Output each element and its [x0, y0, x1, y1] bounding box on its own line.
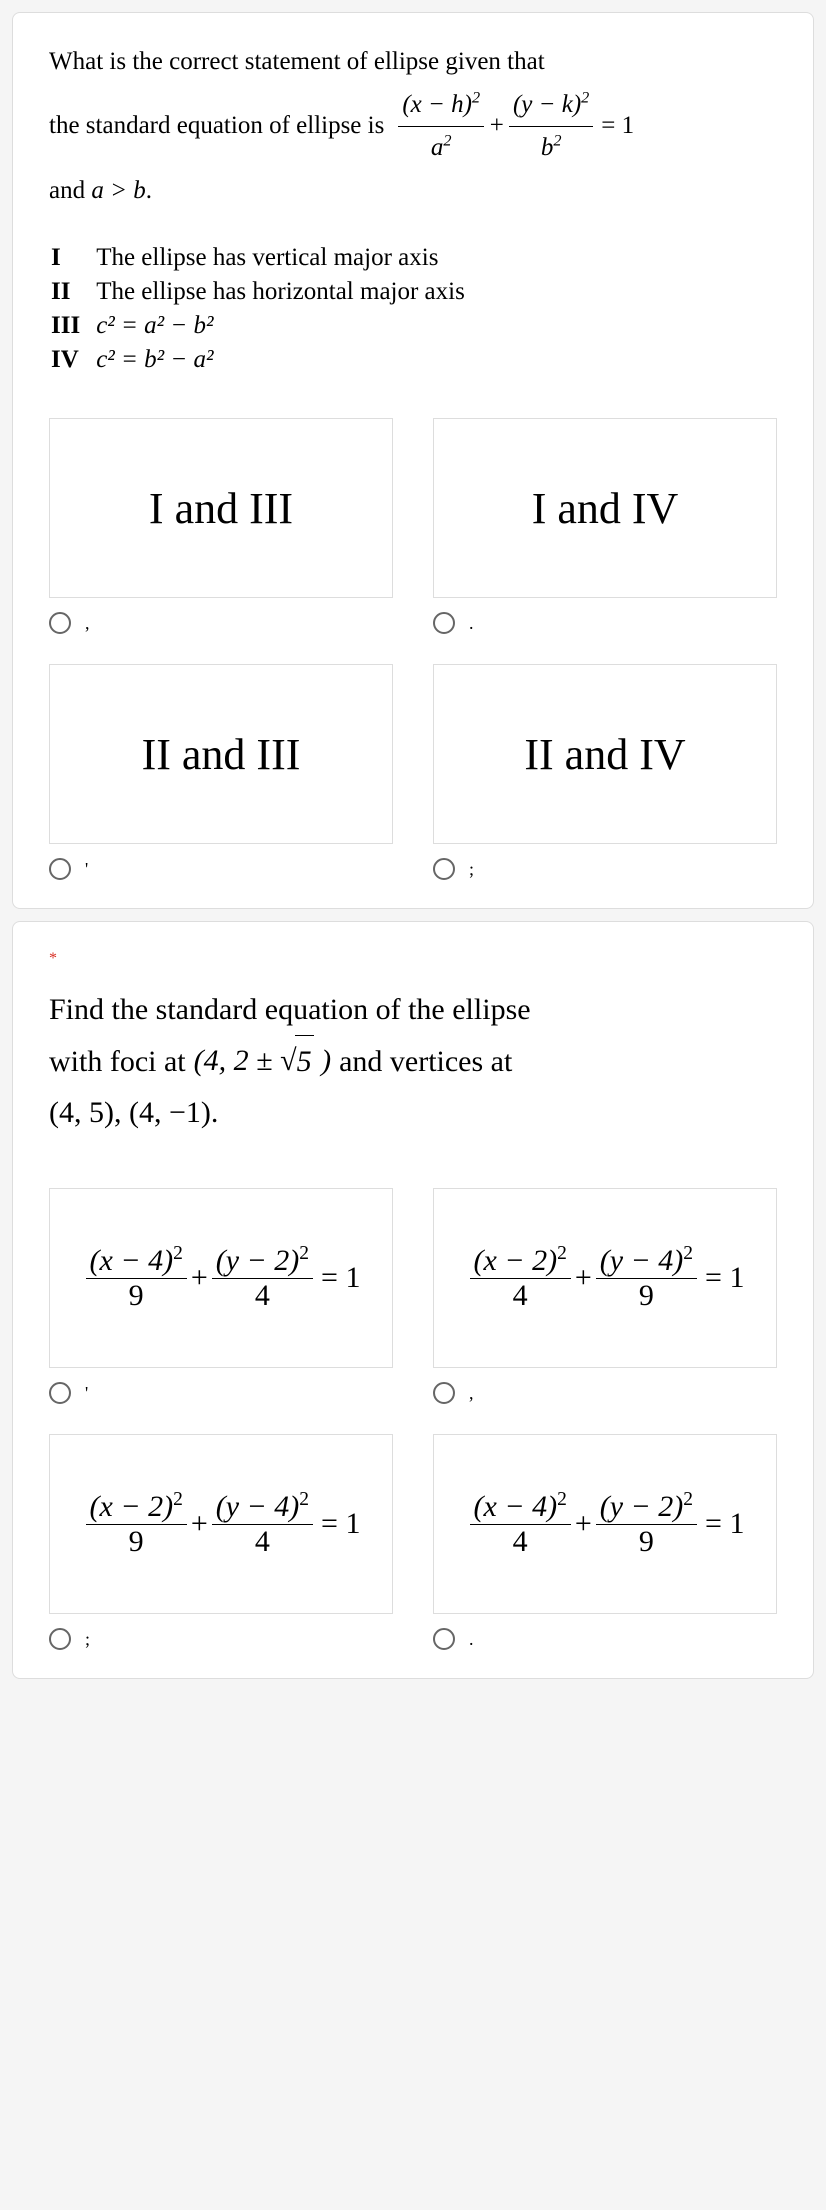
statement-row: I The ellipse has vertical major axis [51, 242, 479, 274]
option-radio-3[interactable]: ; [49, 1628, 393, 1650]
option-cell: (x − 4)2 9 + (y − 2)2 4 = 1 ' [49, 1188, 393, 1404]
option-box: I and III [49, 418, 393, 598]
required-indicator: * [49, 950, 777, 968]
question-1-prompt: What is the correct statement of ellipse… [49, 41, 777, 212]
prompt-line-1: What is the correct statement of ellipse… [49, 41, 777, 84]
radio-icon [49, 612, 71, 634]
option-box: II and III [49, 664, 393, 844]
option-box: I and IV [433, 418, 777, 598]
radio-icon [49, 1382, 71, 1404]
question-2-prompt: Find the standard equation of the ellips… [49, 984, 777, 1138]
option-cell: (x − 2)2 9 + (y − 4)2 4 = 1 ; [49, 1434, 393, 1650]
condition-a-gt-b: a > b [91, 177, 145, 204]
option-box: (x − 2)2 9 + (y − 4)2 4 = 1 [49, 1434, 393, 1614]
option-cell: (x − 2)2 4 + (y − 4)2 9 = 1 , [433, 1188, 777, 1404]
question-card-2: * Find the standard equation of the elli… [12, 921, 814, 1679]
option-radio-4[interactable]: ; [433, 858, 777, 880]
radio-icon [433, 612, 455, 634]
radio-icon [49, 1628, 71, 1650]
radio-icon [433, 858, 455, 880]
statement-row: IV c² = b² − a² [51, 344, 479, 376]
q2-options: (x − 4)2 9 + (y − 2)2 4 = 1 ' (x − 2)2 [49, 1188, 777, 1650]
option-radio-3[interactable]: ' [49, 858, 393, 880]
option-box: II and IV [433, 664, 777, 844]
option-radio-4[interactable]: . [433, 1628, 777, 1650]
option-cell: II and III ' [49, 664, 393, 880]
option-cell: II and IV ; [433, 664, 777, 880]
option-radio-2[interactable]: , [433, 1382, 777, 1404]
radio-icon [433, 1628, 455, 1650]
statement-row: III c² = a² − b² [51, 310, 479, 342]
vertices-expression: (4, 5), (4, −1). [49, 1087, 777, 1138]
prompt-line-2a: the standard equation of ellipse is [49, 105, 384, 148]
q1-options: I and III , I and IV . II and III ' II a… [49, 418, 777, 880]
option-box: (x − 4)2 9 + (y − 2)2 4 = 1 [49, 1188, 393, 1368]
foci-expression: (4, 2 ± √5 ) [194, 1035, 331, 1087]
radio-icon [49, 858, 71, 880]
option-cell: (x − 4)2 4 + (y − 2)2 9 = 1 . [433, 1434, 777, 1650]
ellipse-standard-equation: (x − h)2 a2 + (y − k)2 b2 = 1 [394, 84, 634, 170]
option-cell: I and III , [49, 418, 393, 634]
option-cell: I and IV . [433, 418, 777, 634]
option-radio-2[interactable]: . [433, 612, 777, 634]
prompt-line-3a: and [49, 177, 85, 204]
option-box: (x − 4)2 4 + (y − 2)2 9 = 1 [433, 1434, 777, 1614]
option-box: (x − 2)2 4 + (y − 4)2 9 = 1 [433, 1188, 777, 1368]
radio-icon [433, 1382, 455, 1404]
option-radio-1[interactable]: , [49, 612, 393, 634]
option-radio-1[interactable]: ' [49, 1382, 393, 1404]
statements-list: I The ellipse has vertical major axis II… [49, 240, 777, 378]
question-card-1: What is the correct statement of ellipse… [12, 12, 814, 909]
statement-row: II The ellipse has horizontal major axis [51, 276, 479, 308]
